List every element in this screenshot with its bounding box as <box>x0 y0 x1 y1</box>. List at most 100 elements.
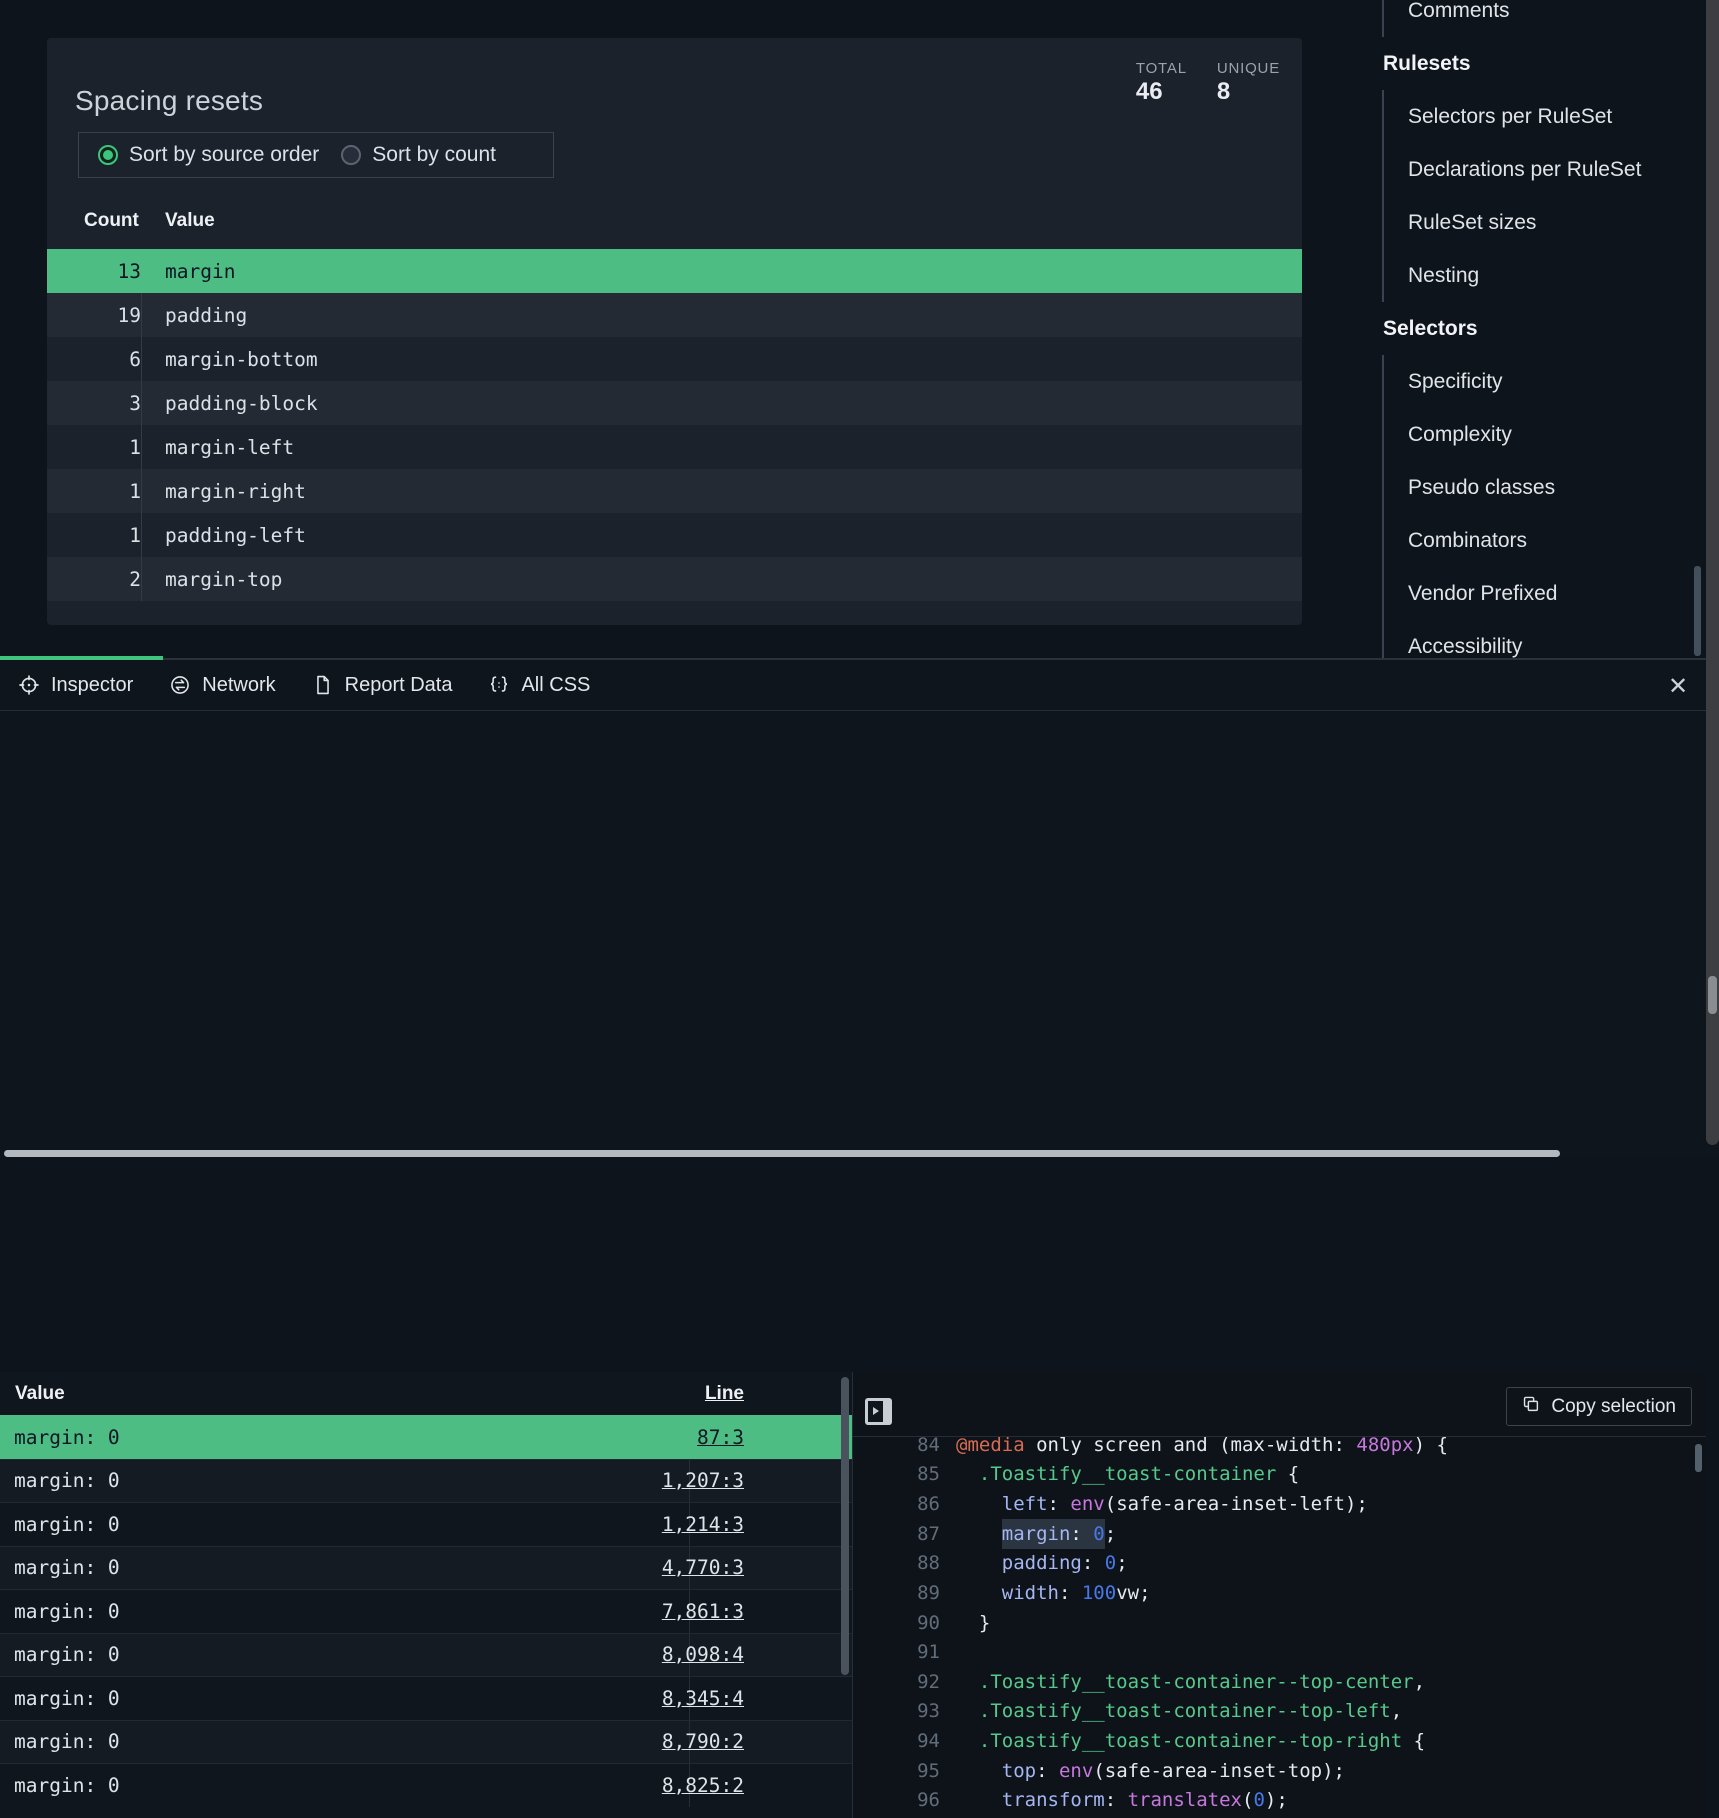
line-link[interactable]: 8,098:4 <box>662 1643 744 1666</box>
app-screen: Spacing resets TOTAL46UNIQUE8 Sort by so… <box>0 0 1719 1158</box>
row-value: padding-left <box>141 513 1302 557</box>
sidebar-item-ruleset-sizes[interactable]: RuleSet sizes <box>1384 196 1704 249</box>
inspector-table-header: Value Line <box>0 1372 852 1415</box>
sidebar-item-declarations-per-ruleset[interactable]: Declarations per RuleSet <box>1384 143 1704 196</box>
table-row[interactable]: 3padding-block <box>47 381 1302 425</box>
row-count: 19 <box>47 304 141 327</box>
sidebar-section-rulesets: Rulesets <box>1360 37 1704 90</box>
row-count: 6 <box>47 348 141 371</box>
copy-selection-button[interactable]: Copy selection <box>1506 1387 1692 1426</box>
line-cell: 87:3 <box>689 1416 852 1459</box>
row-value: margin <box>141 249 1302 293</box>
declaration-value: margin: 0 <box>0 1503 689 1546</box>
stat-value: 8 <box>1217 78 1280 106</box>
row-value: padding-block <box>141 381 1302 425</box>
sidebar-item-combinators[interactable]: Combinators <box>1384 514 1704 567</box>
line-cell: 8,098:4 <box>689 1634 852 1677</box>
line-link[interactable]: 1,207:3 <box>662 1469 744 1492</box>
sidebar-item-nesting[interactable]: Nesting <box>1384 249 1704 302</box>
sidebar-item-selectors-per-ruleset[interactable]: Selectors per RuleSet <box>1384 90 1704 143</box>
page-scrollbar-track[interactable] <box>1706 0 1719 1145</box>
close-icon[interactable]: ✕ <box>1660 668 1696 704</box>
code-area: 84@media only screen and (max-width: 480… <box>853 1437 1706 1818</box>
declaration-value: margin: 0 <box>0 1764 689 1807</box>
line-number: 88 <box>853 1552 940 1574</box>
row-count: 1 <box>47 480 141 503</box>
sidebar-item-complexity[interactable]: Complexity <box>1384 408 1704 461</box>
page-scrollbar-thumb[interactable] <box>1708 976 1717 1014</box>
line-link[interactable]: 4,770:3 <box>662 1556 744 1579</box>
row-count: 13 <box>47 260 141 283</box>
tab-inspector[interactable]: Inspector <box>0 660 151 710</box>
row-count: 1 <box>47 524 141 547</box>
sort-option-label: Sort by count <box>372 143 496 167</box>
declaration-value: margin: 0 <box>0 1590 689 1633</box>
code-text: } <box>956 1612 990 1634</box>
code-text: width: 100vw; <box>956 1582 1151 1604</box>
declaration-value: margin: 0 <box>0 1460 689 1503</box>
line-number: 90 <box>853 1612 940 1634</box>
inspector-row[interactable]: margin: 01,207:3 <box>0 1459 852 1503</box>
line-link[interactable]: 87:3 <box>697 1426 744 1449</box>
inspector-row[interactable]: margin: 08,825:2 <box>0 1763 852 1807</box>
code-text: .Toastify__toast-container--top-right { <box>956 1730 1425 1752</box>
line-cell: 7,861:3 <box>689 1590 852 1633</box>
inspector-rows: margin: 087:3margin: 01,207:3margin: 01,… <box>0 1415 852 1807</box>
line-number: 84 <box>853 1437 940 1456</box>
inspector-row[interactable]: margin: 08,098:4 <box>0 1633 852 1677</box>
sidebar-section-selectors: Selectors <box>1360 302 1704 355</box>
inspector-row[interactable]: margin: 08,790:2 <box>0 1720 852 1764</box>
radio-selected-icon[interactable] <box>98 145 118 165</box>
tab-report-data[interactable]: Report Data <box>294 660 471 710</box>
radio-icon[interactable] <box>341 145 361 165</box>
table-row[interactable]: 2margin-top <box>47 557 1302 601</box>
sidebar-item-comments[interactable]: Comments <box>1384 0 1704 37</box>
line-link[interactable]: 8,825:2 <box>662 1774 744 1797</box>
sort-option-sort-by-count[interactable]: Sort by count <box>330 143 507 167</box>
sort-option-label: Sort by source order <box>129 143 319 167</box>
code-line-85: 85 .Toastify__toast-container { <box>853 1460 1706 1490</box>
inspector-row[interactable]: margin: 087:3 <box>0 1415 852 1459</box>
code-text: left: env(safe-area-inset-left); <box>956 1493 1368 1515</box>
line-link[interactable]: 7,861:3 <box>662 1600 744 1623</box>
inspector-table-scrollbar[interactable] <box>841 1377 849 1675</box>
line-cell: 8,825:2 <box>689 1764 852 1807</box>
spacing-resets-panel: Spacing resets TOTAL46UNIQUE8 Sort by so… <box>47 38 1302 625</box>
code-text: .Toastify__toast-container { <box>956 1463 1299 1485</box>
inspector-row[interactable]: margin: 07,861:3 <box>0 1589 852 1633</box>
declaration-value: margin: 0 <box>0 1721 689 1764</box>
stat-unique: UNIQUE8 <box>1217 60 1280 106</box>
sidebar-item-specificity[interactable]: Specificity <box>1384 355 1704 408</box>
tab-all-css[interactable]: All CSS <box>470 660 608 710</box>
expand-panel-icon[interactable] <box>865 1398 892 1425</box>
declaration-value: margin: 0 <box>0 1677 689 1720</box>
table-row[interactable]: 13margin <box>47 249 1302 293</box>
nav-sidebar: CommentsRulesetsSelectors per RuleSetDec… <box>1360 0 1704 673</box>
sidebar-item-vendor-prefixed[interactable]: Vendor Prefixed <box>1384 567 1704 620</box>
table-row[interactable]: 6margin-bottom <box>47 337 1302 381</box>
line-column-header[interactable]: Line <box>689 1383 852 1405</box>
code-line-92: 92 .Toastify__toast-container--top-cente… <box>853 1667 1706 1697</box>
table-row[interactable]: 1margin-left <box>47 425 1302 469</box>
inspector-row[interactable]: margin: 08,345:4 <box>0 1676 852 1720</box>
inspector-row[interactable]: margin: 01,214:3 <box>0 1502 852 1546</box>
horizontal-scrollbar-thumb[interactable] <box>4 1150 1560 1157</box>
tab-network[interactable]: Network <box>151 660 293 710</box>
line-link[interactable]: 8,790:2 <box>662 1730 744 1753</box>
table-row[interactable]: 19padding <box>47 293 1302 337</box>
bottom-panel: Value Line margin: 087:3margin: 01,207:3… <box>0 660 1719 1158</box>
code-scrollbar[interactable] <box>1695 1444 1702 1472</box>
table-row[interactable]: 1margin-right <box>47 469 1302 513</box>
sidebar-item-pseudo-classes[interactable]: Pseudo classes <box>1384 461 1704 514</box>
line-link[interactable]: 8,345:4 <box>662 1687 744 1710</box>
stat-value: 46 <box>1136 78 1187 106</box>
code-line-88: 88 padding: 0; <box>853 1549 1706 1579</box>
table-row[interactable]: 1padding-left <box>47 513 1302 557</box>
line-link[interactable]: 1,214:3 <box>662 1513 744 1536</box>
sort-option-sort-by-source-order[interactable]: Sort by source order <box>87 143 330 167</box>
sidebar-scrollbar[interactable] <box>1694 566 1701 656</box>
inspector-row[interactable]: margin: 04,770:3 <box>0 1546 852 1590</box>
sync-icon <box>169 674 191 696</box>
tab-label: Network <box>202 674 275 697</box>
value-column-header: Value <box>165 210 215 232</box>
